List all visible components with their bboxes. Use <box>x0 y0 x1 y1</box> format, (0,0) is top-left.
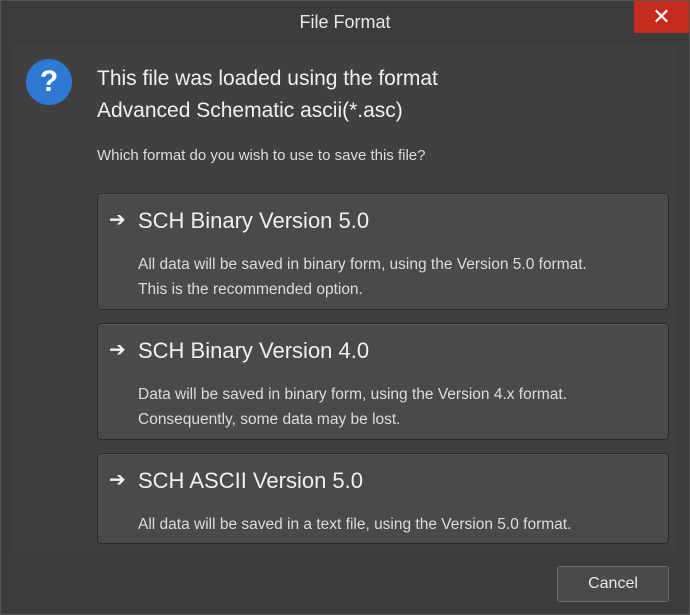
arrow-right-icon: ➔ <box>109 339 126 361</box>
option-description: All data will be saved in a text file, u… <box>138 512 663 537</box>
option-description-line: All data will be saved in a text file, u… <box>138 516 572 533</box>
dialog-content: ? This file was loaded using the format … <box>13 45 677 553</box>
close-button[interactable]: ✕ <box>634 1 689 33</box>
option-description: Data will be saved in binary form, using… <box>138 382 663 432</box>
format-heading: This file was loaded using the format Ad… <box>97 63 438 127</box>
close-icon: ✕ <box>652 4 671 29</box>
option-sch-binary-4[interactable]: ➔ SCH Binary Version 4.0 Data will be sa… <box>97 323 669 440</box>
option-title: SCH ASCII Version 5.0 <box>138 468 363 493</box>
dialog-title: File Format <box>299 12 391 32</box>
question-icon: ? <box>26 59 72 105</box>
option-title: SCH Binary Version 4.0 <box>138 338 370 363</box>
heading-line-1: This file was loaded using the format <box>97 67 438 90</box>
option-sch-ascii-5[interactable]: ➔ SCH ASCII Version 5.0 All data will be… <box>97 453 669 544</box>
save-format-question: Which format do you wish to use to save … <box>97 147 426 164</box>
option-description: All data will be saved in binary form, u… <box>138 252 663 302</box>
option-description-line: This is the recommended option. <box>138 281 363 298</box>
option-sch-binary-5[interactable]: ➔ SCH Binary Version 5.0 All data will b… <box>97 193 669 310</box>
option-description-line: Consequently, some data may be lost. <box>138 411 401 428</box>
heading-line-2: Advanced Schematic ascii(*.asc) <box>97 99 403 122</box>
cancel-button[interactable]: Cancel <box>557 566 669 602</box>
arrow-right-icon: ➔ <box>109 209 126 231</box>
title-bar: File Format ✕ <box>1 1 689 43</box>
option-description-line: Data will be saved in binary form, using… <box>138 386 568 403</box>
dialog-footer: Cancel <box>1 554 689 614</box>
arrow-right-icon: ➔ <box>109 469 126 491</box>
file-format-dialog: File Format ✕ ? This file was loaded usi… <box>0 0 690 615</box>
option-description-line: All data will be saved in binary form, u… <box>138 256 587 273</box>
option-title: SCH Binary Version 5.0 <box>138 208 370 233</box>
